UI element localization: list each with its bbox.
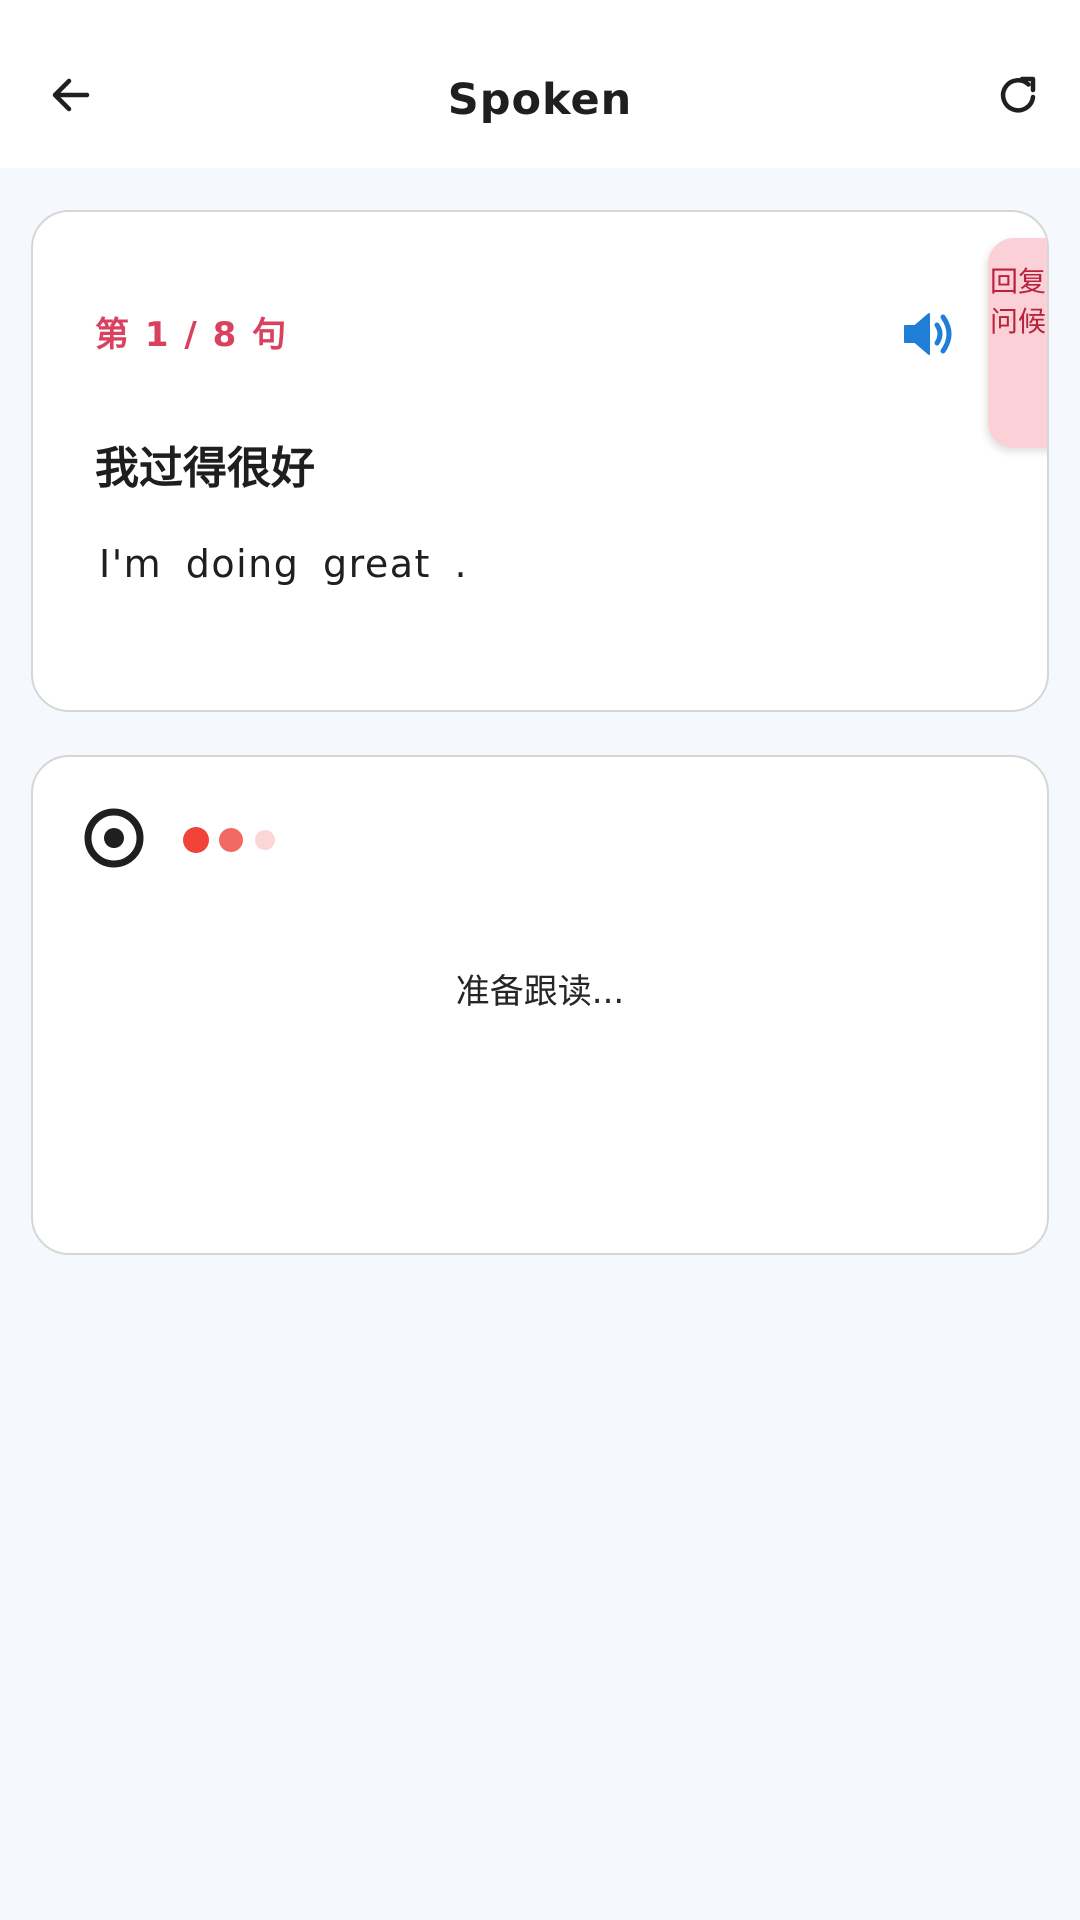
indicator-dot — [183, 827, 209, 853]
speaker-volume-icon — [899, 304, 959, 368]
record-button[interactable] — [83, 807, 145, 869]
record-target-icon — [83, 808, 145, 873]
english-sentence: I'm doing great . — [99, 542, 469, 586]
indicator-dot — [219, 828, 243, 852]
indicator-dot — [255, 830, 275, 850]
chinese-sentence: 我过得很好 — [95, 443, 315, 494]
recorder-card: 准备跟读... — [31, 755, 1049, 1255]
refresh-icon — [995, 71, 1043, 123]
category-tag-label: 回复问候 — [989, 265, 1046, 338]
refresh-button[interactable] — [984, 62, 1054, 132]
category-tag[interactable]: 回复问候 — [988, 238, 1047, 448]
app-bar: Spoken — [0, 0, 1080, 168]
sentence-counter: 第 1 / 8 句 — [95, 315, 289, 355]
sentence-card: 第 1 / 8 句 回复问候 我过得很好 I'm doing great . — [31, 210, 1049, 712]
page-title: Spoken — [447, 75, 633, 125]
play-audio-button[interactable] — [895, 302, 963, 370]
recording-status: 准备跟读... — [455, 972, 625, 1012]
